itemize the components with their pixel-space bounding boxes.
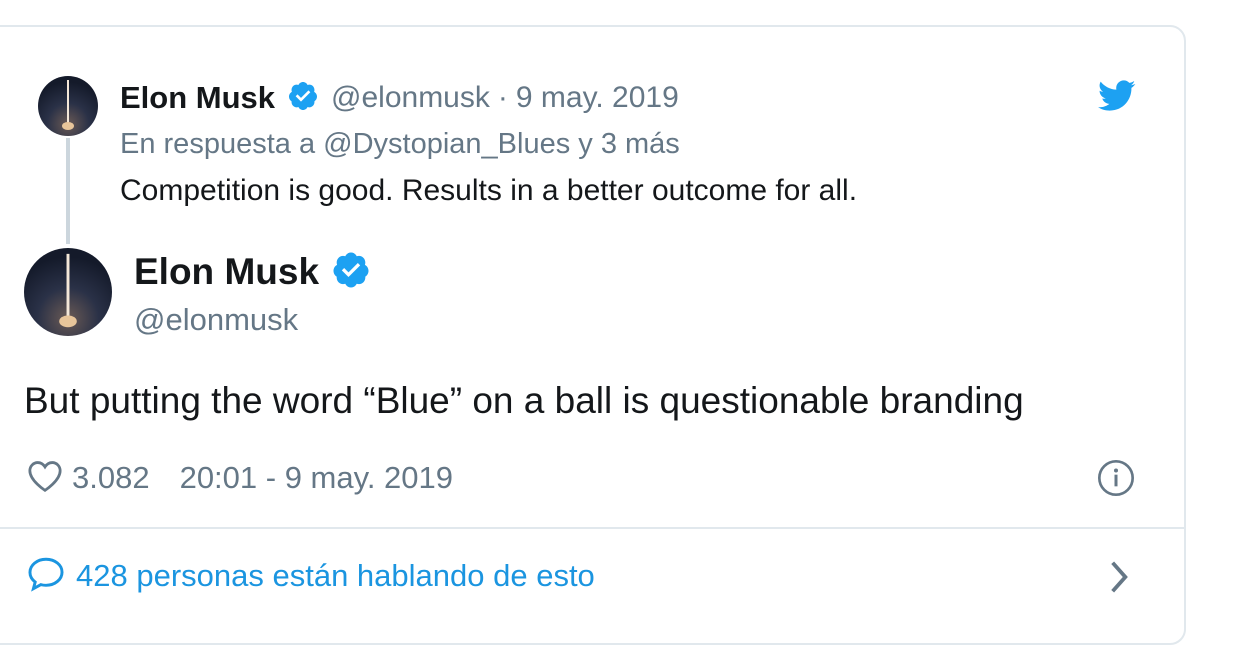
parent-tweet-text: Competition is good. Results in a better… <box>120 174 858 207</box>
parent-date[interactable]: 9 may. 2019 <box>516 81 679 115</box>
main-avatar[interactable] <box>24 248 112 336</box>
parent-avatar[interactable] <box>38 76 98 136</box>
conversation-link[interactable]: 428 personas están hablando de esto <box>26 556 595 596</box>
verified-badge-icon <box>331 250 371 295</box>
twitter-bird-icon[interactable] <box>1098 80 1136 117</box>
speech-bubble-icon <box>26 556 66 597</box>
verified-badge-icon <box>287 80 319 117</box>
like-count[interactable]: 3.082 <box>72 460 150 496</box>
main-author: Elon Musk <box>134 250 371 294</box>
heart-icon[interactable] <box>26 459 64 498</box>
conversation-count-text[interactable]: 428 personas están hablando de esto <box>76 558 595 594</box>
parent-header: Elon Musk @elonmusk · 9 may. 2019 <box>120 80 679 116</box>
parent-separator: · <box>497 81 508 114</box>
tweet-timestamp[interactable]: 20:01 - 9 may. 2019 <box>180 460 453 496</box>
parent-author-name[interactable]: Elon Musk <box>120 80 275 116</box>
thread-connector-line <box>66 138 70 244</box>
reply-prefix: En respuesta a <box>120 128 316 160</box>
chevron-right-icon[interactable] <box>1104 558 1134 601</box>
reply-context: En respuesta a @Dystopian_Blues y 3 más <box>120 128 680 161</box>
main-tweet-text: But putting the word “Blue” on a ball is… <box>24 380 1024 421</box>
info-icon[interactable] <box>1096 458 1136 503</box>
reply-users-link[interactable]: @Dystopian_Blues y 3 más <box>323 128 680 160</box>
footer-divider <box>0 527 1186 529</box>
parent-author-handle[interactable]: @elonmusk <box>331 81 490 115</box>
main-author-handle[interactable]: @elonmusk <box>134 302 298 338</box>
tweet-actions: 3.082 20:01 - 9 may. 2019 <box>26 458 453 498</box>
main-author-name[interactable]: Elon Musk <box>134 251 319 293</box>
